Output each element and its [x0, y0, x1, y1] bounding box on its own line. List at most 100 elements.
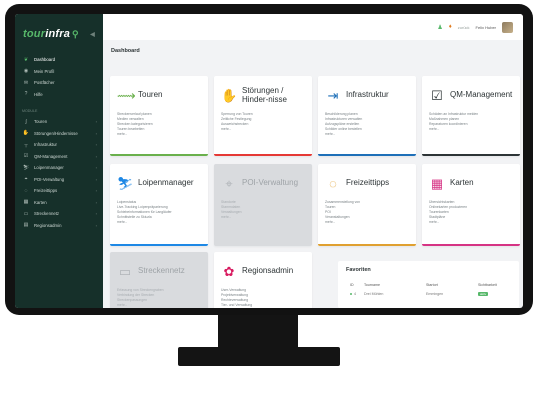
sidebar-item-mein-profil[interactable]: ◉ Mein Profil: [15, 66, 103, 78]
hand-icon: ✋: [22, 130, 30, 137]
module-card-network: ▭ Streckennetz Erfassung von Streckengrabe…: [110, 252, 208, 308]
sidebar-item-label: Mein Profil: [34, 68, 55, 74]
chevron-right-icon: ›: [95, 222, 97, 228]
table-row[interactable]: 4 Drei Mühlen Emmingen aktiv: [346, 292, 511, 296]
sidebar-item-label: Loipenmanager: [34, 165, 64, 171]
checklist-icon: ☑: [431, 87, 443, 103]
card-header: ▦ Karten: [429, 172, 513, 194]
card-accent-bar: [110, 154, 208, 156]
sidebar-item-qm-management[interactable]: ☑ QM-Management ›: [15, 151, 103, 163]
sidebar-item-postfächer[interactable]: ✉ Postfächer: [15, 77, 103, 89]
card-feature-list: User-Verwaltung Projektverwaltung Rechteve…: [221, 288, 305, 308]
module-card-route[interactable]: ⟿ Touren Streckenverlauf planen Medien verw…: [110, 76, 208, 156]
sidebar-nav-main: ❦ Dashboard ◉ Mein Profil ✉ Postfächer? Hilfe: [15, 54, 103, 100]
help-icon: ?: [24, 91, 28, 98]
module-card-signpost[interactable]: ⇥ Infrastruktur Beschilderung planen Infras…: [318, 76, 416, 156]
card-more-link[interactable]: mehr...: [325, 132, 409, 137]
sidebar-item-karten[interactable]: ▦ Karten ›: [15, 197, 103, 209]
signpost-icon: ⇥: [327, 87, 339, 103]
poi-icon: ⌖: [24, 176, 28, 183]
card-header: ▭ Streckennetz: [117, 260, 201, 282]
row-tourname[interactable]: Drei Mühlen: [364, 292, 426, 296]
favorites-title: Favoriten: [346, 267, 371, 273]
module-card-tips[interactable]: ◌ Freizeittipps Zusammenstellung von Touren…: [318, 164, 416, 246]
chevron-right-icon: ›: [95, 211, 97, 217]
card-title: Streckennetz: [138, 266, 185, 276]
status-dot-icon: [350, 293, 352, 295]
card-feature-list: Loipenstatus Live-Tracking Loipenpräparie…: [117, 200, 201, 225]
poi-icon: ⌖: [225, 175, 233, 191]
card-accent-bar: [422, 154, 520, 156]
card-accent-bar: [214, 154, 312, 156]
card-feature-list: Streckenverlauf planen Medien verwalten St…: [117, 112, 201, 137]
avatar[interactable]: [502, 21, 513, 33]
card-title: Freizeittipps: [346, 178, 390, 188]
chevron-right-icon: ›: [95, 176, 97, 182]
skier-icon: ⛷: [22, 164, 30, 171]
back-link[interactable]: zurück: [458, 25, 470, 30]
mail-icon: ✉: [23, 79, 29, 86]
card-accent-bar: [422, 244, 520, 246]
sidebar-item-loipenmanager[interactable]: ⛷ Loipenmanager ›: [15, 162, 103, 174]
module-card-skier[interactable]: ⛷ Loipenmanager Loipenstatus Live-Tracking …: [110, 164, 208, 246]
sidebar-item-label: Störungen/Hindernisse: [34, 130, 78, 136]
card-accent-bar: [318, 244, 416, 246]
sidebar-item-freizeittipps[interactable]: ◌ Freizeittipps ›: [15, 185, 103, 197]
bell-icon[interactable]: ♦: [449, 24, 452, 30]
card-header: ⛷ Loipenmanager: [117, 172, 201, 194]
sidebar-item-label: Infrastruktur: [34, 142, 57, 148]
sidebar-item-hilfe[interactable]: ? Hilfe: [15, 89, 103, 101]
signpost-icon: ┬: [24, 141, 28, 148]
sidebar-item-touren[interactable]: ∫ Touren ›: [15, 116, 103, 128]
monitor-frame: tour infra ⚲ ◀ ❦ Dashboard ◉ Mein Profil ✉ Pos…: [5, 4, 533, 315]
brand-logo[interactable]: tour infra ⚲ ◀: [15, 14, 103, 54]
collapse-sidebar-icon[interactable]: ◀: [90, 31, 95, 38]
card-title: QM-Management: [450, 90, 513, 100]
checklist-icon: ☑: [23, 153, 29, 160]
map-icon: ▦: [430, 175, 444, 191]
module-card-hand-stop[interactable]: ✋ Störungen / Hinder-nisse Sperrung von To…: [214, 76, 312, 156]
header-tourname[interactable]: Tourname: [364, 283, 426, 287]
sidebar-item-streckennetz[interactable]: ▭ Streckennetz ›: [15, 208, 103, 220]
card-feature-list: Erfassung von Streckengraben Verbindung d…: [117, 288, 201, 308]
card-more-link[interactable]: mehr...: [429, 127, 513, 132]
card-header: ☑ QM-Management: [429, 84, 513, 106]
admin-icon: ✿: [223, 263, 235, 279]
page-title: Dashboard: [111, 48, 140, 54]
module-card-admin[interactable]: ✿ Regionsadmin User-Verwaltung Projektverwa…: [214, 252, 312, 308]
sidebar-nav-modules: ∫ Touren › ✋ Störungen/Hindernisse › ┬ Infrastr…: [15, 116, 103, 231]
sidebar-item-regionsadmin[interactable]: ▤ Regionsadmin ›: [15, 220, 103, 232]
card-more-link[interactable]: mehr...: [221, 215, 305, 220]
hand-stop-icon: ✋: [221, 87, 238, 103]
notification-icon[interactable]: ♟: [437, 24, 442, 31]
sidebar-item-poi-verwaltung[interactable]: ⌖ POI-Verwaltung ›: [15, 174, 103, 186]
card-more-link[interactable]: mehr...: [429, 220, 513, 225]
card-feature-list: Standorte Stammdaten Verwaltungen mehr...: [221, 200, 305, 220]
sidebar-item-label: Dashboard: [34, 57, 56, 63]
leaf-icon: ❦: [23, 56, 29, 63]
card-more-link[interactable]: mehr...: [117, 303, 201, 308]
module-card-checklist[interactable]: ☑ QM-Management Schäden an Infrastruktur m…: [422, 76, 520, 156]
card-more-link[interactable]: mehr...: [117, 132, 201, 137]
header-sichtbarkeit[interactable]: Sichtbarkeit: [478, 283, 510, 287]
card-more-link[interactable]: mehr...: [117, 220, 201, 225]
brand-part2: infra: [45, 28, 71, 40]
sidebar-item-störungen-hindernisse[interactable]: ✋ Störungen/Hindernisse ›: [15, 128, 103, 140]
sidebar-item-infrastruktur[interactable]: ┬ Infrastruktur ›: [15, 139, 103, 151]
tips-icon: ◌: [24, 187, 28, 194]
chevron-right-icon: ›: [95, 165, 97, 171]
user-name[interactable]: Felix Huber: [476, 25, 496, 30]
sidebar-item-label: Regionsadmin: [34, 222, 62, 228]
row-startort: Emmingen: [426, 292, 444, 296]
module-card-map[interactable]: ▦ Karten Übersichtskarten Onlinekarten prod…: [422, 164, 520, 246]
skier-icon: ⛷: [117, 175, 134, 191]
map-pin-icon: ⚲: [72, 28, 79, 39]
card-header: ✿ Regionsadmin: [221, 260, 305, 282]
sidebar-item-label: Streckennetz: [34, 211, 60, 217]
card-more-link[interactable]: mehr...: [221, 127, 305, 132]
header-id[interactable]: ID: [346, 283, 364, 287]
chevron-right-icon: ›: [95, 142, 97, 148]
header-startort[interactable]: Startort: [426, 283, 478, 287]
sidebar-item-dashboard[interactable]: ❦ Dashboard: [15, 54, 103, 66]
card-more-link[interactable]: mehr...: [325, 220, 409, 225]
